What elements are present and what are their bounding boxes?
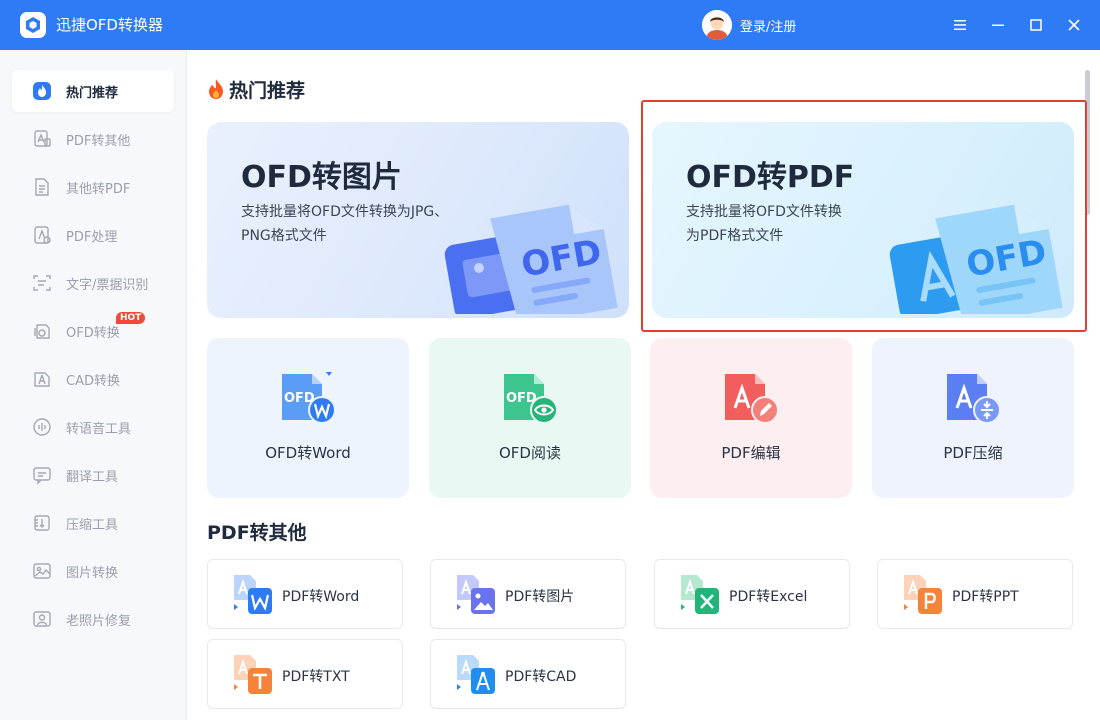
doc-to-pdf-icon: [32, 177, 52, 197]
card-title: OFD转PDF: [686, 160, 855, 195]
sidebar-item-label: 压缩工具: [66, 518, 119, 533]
tool-ofd-reader[interactable]: OFD OFD阅读: [429, 338, 631, 498]
photo-restore-icon: [32, 609, 52, 629]
sidebar-item-cad[interactable]: CAD转换: [12, 358, 174, 400]
pdf-image-icon: [455, 574, 497, 620]
pdf-export-icon: [32, 129, 52, 149]
pdf-cad-icon: [455, 654, 497, 700]
ocr-icon: [32, 273, 52, 293]
compress-icon: [32, 513, 52, 533]
item-label: PDF转PPT: [952, 589, 1019, 605]
item-label: PDF转TXT: [282, 669, 350, 685]
login-label: 登录/注册: [740, 20, 797, 35]
ofd-word-icon: OFD: [280, 370, 336, 430]
tool-label: PDF编辑: [721, 444, 781, 462]
section-title-hot: 热门推荐: [207, 76, 305, 105]
sidebar-item-label: 文字/票据识别: [66, 278, 149, 293]
section-title-text: 热门推荐: [229, 80, 306, 102]
flame-icon: [32, 81, 52, 101]
sidebar-item-pdf-process[interactable]: PDF处理: [12, 214, 174, 256]
tool-pdf-compress[interactable]: PDF压缩: [872, 338, 1074, 498]
close-icon[interactable]: [1062, 13, 1086, 37]
sidebar-item-to-pdf[interactable]: 其他转PDF: [12, 166, 174, 208]
sidebar-item-label: CAD转换: [66, 374, 120, 389]
avatar: [702, 10, 732, 40]
sidebar-item-image[interactable]: 图片转换: [12, 550, 174, 592]
pdf-compress-icon: [945, 370, 1001, 430]
pdf-ppt-icon: [902, 574, 944, 620]
sidebar-item-label: OFD转换: [66, 326, 120, 341]
sidebar-item-label: 翻译工具: [66, 470, 119, 485]
card-description: 支持批量将OFD文件转换为PDF格式文件: [686, 204, 842, 244]
voice-icon: [32, 417, 52, 437]
sidebar-item-translate[interactable]: 翻译工具: [12, 454, 174, 496]
pdf-to-image-item[interactable]: PDF转图片: [430, 559, 626, 629]
sidebar-item-ofd-convert[interactable]: OFD转换 HOT: [12, 310, 174, 352]
minimize-icon[interactable]: [986, 13, 1010, 37]
scrollbar[interactable]: [1085, 70, 1090, 215]
app-title: 迅捷OFD转换器: [56, 16, 163, 34]
pdf-excel-icon: [679, 574, 721, 620]
pdf-to-cad-item[interactable]: PDF转CAD: [430, 639, 626, 709]
card-ofd-to-image[interactable]: OFD转图片 支持批量将OFD文件转换为JPG、PNG格式文件 OFD: [207, 122, 629, 318]
pdf-to-word-item[interactable]: PDF转Word: [207, 559, 403, 629]
pdf-word-icon: [232, 574, 274, 620]
sidebar-item-label: 转语音工具: [66, 422, 132, 437]
tool-label: OFD转Word: [265, 444, 351, 462]
card-title: OFD转图片: [241, 160, 402, 195]
sidebar-item-photo-restore[interactable]: 老照片修复: [12, 598, 174, 640]
sidebar-item-label: PDF转其他: [66, 134, 131, 149]
sidebar-item-label: 其他转PDF: [66, 182, 131, 197]
app-logo-icon: [20, 12, 46, 38]
title-bar: 迅捷OFD转换器 登录/注册: [0, 0, 1100, 50]
card-ofd-to-pdf[interactable]: OFD转PDF 支持批量将OFD文件转换为PDF格式文件 OFD: [652, 122, 1074, 318]
card-description: 支持批量将OFD文件转换为JPG、PNG格式文件: [241, 204, 449, 244]
item-label: PDF转图片: [505, 589, 575, 605]
tool-label: PDF压缩: [943, 444, 1003, 462]
hot-badge: HOT: [116, 312, 146, 324]
sidebar: 热门推荐 PDF转其他 其他转PDF PDF处理 文字/票据识别 OFD转换 H…: [0, 50, 187, 720]
menu-icon[interactable]: [948, 13, 972, 37]
sidebar-item-hot[interactable]: 热门推荐: [12, 70, 174, 112]
image-icon: [32, 561, 52, 581]
sidebar-item-label: 老照片修复: [66, 614, 132, 629]
tool-ofd-to-word[interactable]: OFD OFD转Word: [207, 338, 409, 498]
sidebar-item-voice[interactable]: 转语音工具: [12, 406, 174, 448]
pdf-txt-icon: [232, 654, 274, 700]
pdf-to-excel-item[interactable]: PDF转Excel: [654, 559, 850, 629]
ofd-reader-icon: OFD: [502, 370, 558, 430]
section-title-pdf-other: PDF转其他: [207, 522, 307, 544]
pdf-process-icon: [32, 225, 52, 245]
pdf-to-txt-item[interactable]: PDF转TXT: [207, 639, 403, 709]
sidebar-item-label: PDF处理: [66, 230, 118, 245]
maximize-icon[interactable]: [1024, 13, 1048, 37]
tool-pdf-edit[interactable]: PDF编辑: [650, 338, 852, 498]
ofd-convert-icon: [32, 321, 52, 341]
item-label: PDF转Excel: [729, 589, 808, 605]
flame-icon: [207, 78, 225, 105]
ofd-image-illustration-icon: OFD: [439, 184, 629, 318]
pdf-to-ppt-item[interactable]: PDF转PPT: [877, 559, 1073, 629]
sidebar-item-label: 图片转换: [66, 566, 119, 581]
item-label: PDF转CAD: [505, 669, 577, 685]
sidebar-item-pdf-export[interactable]: PDF转其他: [12, 118, 174, 160]
sidebar-item-ocr[interactable]: 文字/票据识别: [12, 262, 174, 304]
cad-icon: [32, 369, 52, 389]
translate-icon: [32, 465, 52, 485]
pdf-edit-icon: [723, 370, 779, 430]
sidebar-item-compress[interactable]: 压缩工具: [12, 502, 174, 544]
sidebar-item-label: 热门推荐: [66, 86, 119, 101]
tool-label: OFD阅读: [499, 444, 561, 462]
item-label: PDF转Word: [282, 589, 360, 605]
main-content: 热门推荐 OFD转图片 支持批量将OFD文件转换为JPG、PNG格式文件 OFD…: [187, 50, 1100, 720]
ofd-pdf-illustration-icon: OFD: [884, 184, 1074, 318]
